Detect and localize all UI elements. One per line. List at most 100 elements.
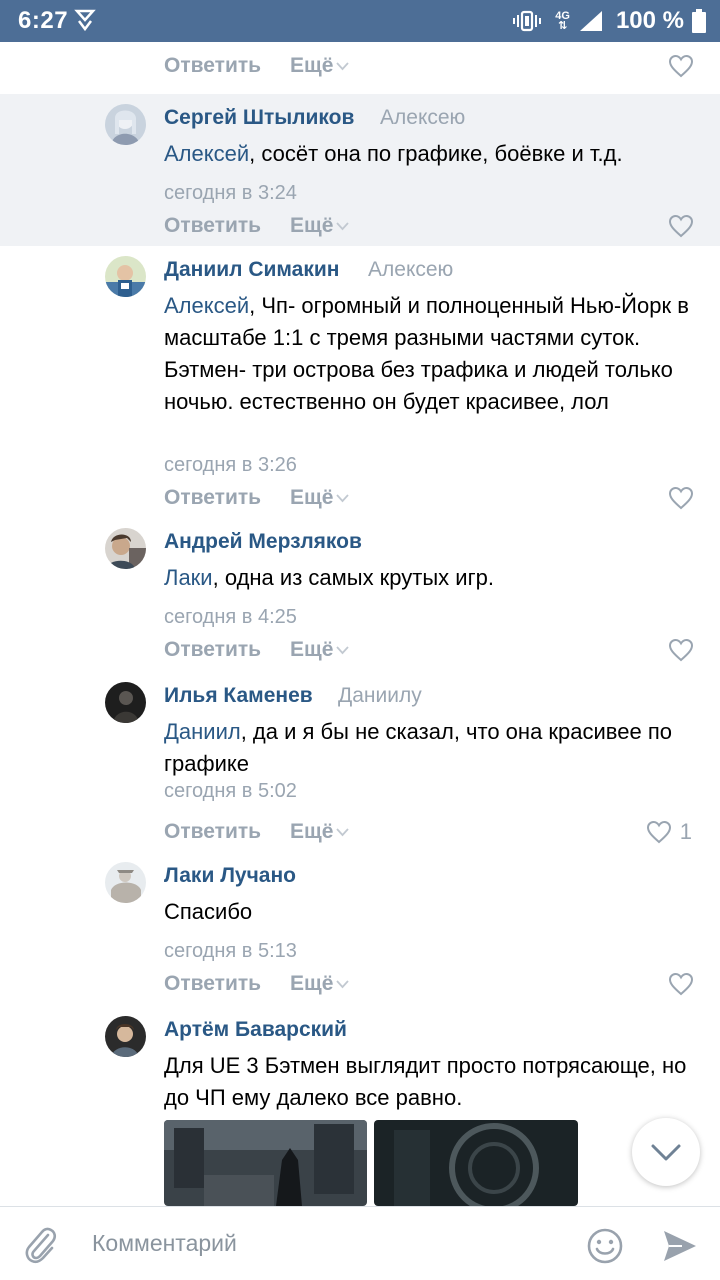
comment-text: Алексей, сосёт она по графике, боёвке и … (164, 141, 623, 166)
avatar[interactable] (105, 1016, 146, 1057)
reply-to-name[interactable]: Даниилу (338, 684, 422, 708)
comment-time: сегодня в 5:13 (164, 940, 297, 962)
comment-author[interactable]: Артём Баварский (164, 1018, 347, 1042)
avatar[interactable] (105, 862, 146, 903)
previous-comment-actions: Ответить Ещё (0, 46, 720, 86)
comment-author[interactable]: Лаки Лучано (164, 864, 296, 888)
reply-button[interactable]: Ответить (164, 972, 261, 996)
comment-item: Илья Каменев Даниилу Даниил, да и я бы н… (0, 670, 720, 852)
attached-photo[interactable] (374, 1120, 578, 1206)
comment-item: Андрей Мерзляков Лаки, одна из самых кру… (0, 518, 720, 670)
comment-text: Спасибо (164, 899, 253, 924)
battery-percent: 100 % (615, 7, 684, 34)
scroll-down-button[interactable] (632, 1118, 700, 1186)
comment-actions: Ответить Ещё 1 (0, 812, 720, 852)
comments-feed[interactable]: Ответить Ещё Сергей Штыликов Алексею Але… (0, 42, 720, 1206)
comment-actions: Ответить Ещё (0, 630, 720, 670)
reply-button[interactable]: Ответить (164, 638, 261, 662)
chevron-down-icon (336, 494, 350, 503)
avatar-image (105, 528, 146, 569)
comment-text: Лаки, одна из самых крутых игр. (164, 565, 494, 590)
more-button[interactable]: Ещё (290, 972, 350, 996)
avatar-image (105, 104, 146, 145)
status-indicators: 4G ⇅ 100 % (513, 7, 706, 35)
comment-time: сегодня в 3:26 (164, 454, 297, 476)
comment-text: Алексей, Чп- огромный и полноценный Нью-… (164, 293, 689, 414)
reply-button[interactable]: Ответить (164, 486, 261, 510)
chevron-down-icon (336, 828, 350, 837)
status-bar: 6:27 4G ⇅ 100 % (0, 0, 720, 42)
like-button[interactable] (668, 637, 694, 663)
comment-author[interactable]: Илья Каменев (164, 684, 313, 708)
photo-image (374, 1120, 578, 1206)
reply-to-name[interactable]: Алексею (380, 106, 465, 130)
chevron-down-icon (336, 646, 350, 655)
heart-outline-icon (668, 54, 694, 78)
avatar-image (105, 682, 146, 723)
comment-item: Даниил Симакин Алексею Алексей, Чп- огро… (0, 246, 720, 518)
more-button[interactable]: Ещё (290, 214, 350, 238)
reply-button[interactable]: Ответить (164, 214, 261, 238)
comment-text: Даниил, да и я бы не сказал, что она кра… (164, 719, 672, 776)
more-button[interactable]: Ещё (290, 486, 350, 510)
chevron-down-icon (336, 222, 350, 231)
comment-input[interactable] (80, 1221, 560, 1265)
photo-image (164, 1120, 367, 1206)
avatar[interactable] (105, 528, 146, 569)
like-button[interactable] (668, 213, 694, 239)
comment-item: Лаки Лучано Спасибо сегодня в 5:13 Ответ… (0, 852, 720, 1004)
reply-to-name[interactable]: Алексею (368, 258, 453, 282)
mention-link[interactable]: Даниил (164, 719, 241, 744)
comment-author[interactable]: Сергей Штыликов (164, 106, 354, 130)
data-arrows-icon: ⇅ (557, 20, 568, 32)
comment-author[interactable]: Андрей Мерзляков (164, 530, 362, 554)
like-button[interactable] (668, 53, 694, 79)
signal-icon (579, 11, 602, 31)
heart-outline-icon (668, 638, 694, 662)
reply-button[interactable]: Ответить (164, 54, 261, 78)
chevron-down-icon (336, 62, 350, 71)
comment-item: Сергей Штыликов Алексею Алексей, сосёт о… (0, 94, 720, 246)
comment-text: Для UE 3 Бэтмен выглядит просто потрясаю… (164, 1053, 687, 1110)
like-button[interactable] (668, 485, 694, 511)
attached-photo[interactable] (164, 1120, 367, 1206)
comment-actions: Ответить Ещё (0, 964, 720, 1004)
mention-link[interactable]: Алексей (164, 293, 249, 318)
comment-actions: Ответить Ещё (0, 206, 720, 246)
smiley-icon[interactable] (586, 1227, 624, 1265)
status-time: 6:27 (18, 7, 69, 34)
comment-author[interactable]: Даниил Симакин (164, 258, 339, 282)
avatar-image (105, 256, 146, 297)
comment-time: сегодня в 4:25 (164, 606, 297, 628)
network-type: 4G ⇅ (555, 10, 570, 32)
heart-outline-icon (668, 972, 694, 996)
more-button[interactable]: Ещё (290, 820, 350, 844)
avatar-image (105, 862, 146, 903)
avatar[interactable] (105, 104, 146, 145)
chevron-down-icon (336, 980, 350, 989)
heart-outline-icon (668, 486, 694, 510)
heart-outline-icon (668, 214, 694, 238)
comment-composer (0, 1206, 720, 1280)
like-button[interactable]: 1 (646, 819, 692, 845)
avatar-image (105, 1016, 146, 1057)
paperclip-icon[interactable] (22, 1225, 58, 1265)
heart-outline-icon (646, 820, 671, 844)
more-button[interactable]: Ещё (290, 638, 350, 662)
avatar[interactable] (105, 682, 146, 723)
like-count: 1 (679, 819, 692, 844)
comment-actions: Ответить Ещё (0, 478, 720, 518)
chevron-down-icon (651, 1144, 681, 1161)
avatar[interactable] (105, 256, 146, 297)
battery-icon (692, 9, 706, 33)
comment-time: сегодня в 3:24 (164, 182, 297, 204)
comment-time: сегодня в 5:02 (164, 780, 297, 802)
mention-link[interactable]: Лаки (164, 565, 213, 590)
send-arrow-icon[interactable] (662, 1229, 698, 1263)
more-button[interactable]: Ещё (290, 54, 350, 78)
vibrate-icon (513, 10, 542, 32)
mention-link[interactable]: Алексей (164, 141, 249, 166)
like-button[interactable] (668, 971, 694, 997)
reply-button[interactable]: Ответить (164, 820, 261, 844)
app-notification-icon (74, 9, 96, 32)
